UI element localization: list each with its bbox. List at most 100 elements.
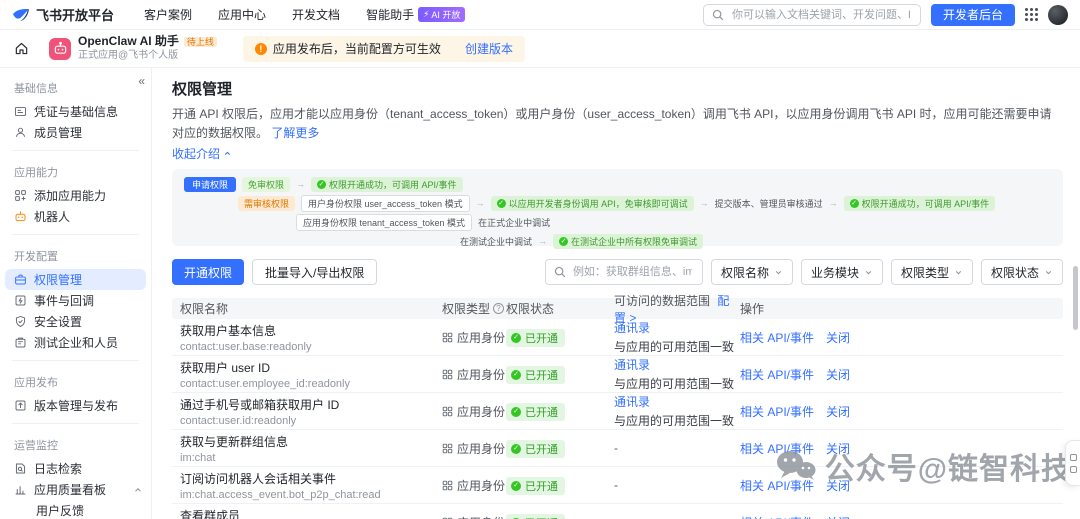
- sidebar-item-version-release[interactable]: 版本管理与发布: [0, 395, 151, 416]
- related-api-link[interactable]: 相关 API/事件: [740, 366, 814, 383]
- sidebar-section-capability: 应用能力: [14, 167, 58, 179]
- table-row: 获取用户 user ID contact:user.employee_id:re…: [172, 356, 1063, 394]
- sidebar-item-bot[interactable]: 机器人: [0, 206, 151, 227]
- sidebar-item-security[interactable]: 安全设置: [0, 311, 151, 332]
- flow-arrow-icon: [296, 179, 305, 189]
- status-badge: ✓已开通: [506, 439, 565, 458]
- close-permission-link[interactable]: 关闭: [826, 440, 850, 457]
- close-permission-link[interactable]: 关闭: [826, 514, 850, 519]
- create-version-link[interactable]: 创建版本: [465, 40, 513, 57]
- sidebar-item-add-capability[interactable]: 添加应用能力: [0, 185, 151, 206]
- brand-title: 飞书开放平台: [36, 8, 115, 23]
- permission-intro-diagram: 申请权限 免审权限 权限开通成功，可调用 API/事件 需审核权限 用户身份权限…: [172, 169, 1063, 249]
- related-api-link[interactable]: 相关 API/事件: [740, 440, 814, 457]
- scope-desc: 与应用的可用范围一致: [614, 377, 735, 392]
- related-api-link[interactable]: 相关 API/事件: [740, 403, 814, 420]
- app-identity-icon: [442, 332, 453, 343]
- developer-console-button[interactable]: 开发者后台: [930, 3, 1015, 26]
- chevron-down-icon: [774, 268, 783, 277]
- ai-open-badge: ⚡ AI 开放: [418, 7, 466, 22]
- batch-import-export-button[interactable]: 批量导入/导出权限: [252, 259, 378, 286]
- collapse-intro-link[interactable]: 收起介绍: [172, 145, 232, 162]
- help-circle-icon[interactable]: ?: [493, 303, 505, 315]
- formal-debug-step: 在正式企业中调试: [478, 217, 551, 228]
- top-menu: 客户案例 应用中心 开发文档 智能助手 ⚡ AI 开放: [144, 6, 467, 23]
- sidebar-item-credentials[interactable]: 凭证与基础信息: [0, 101, 151, 122]
- test-free-box: 在测试企业中所有权限免审调试: [553, 233, 704, 249]
- menu-ai-assistant[interactable]: 智能助手: [366, 6, 414, 23]
- filter-business-module[interactable]: 业务模块: [800, 259, 883, 286]
- grid-plus-icon: [14, 189, 27, 202]
- related-api-link[interactable]: 相关 API/事件: [740, 514, 814, 519]
- permission-search-input[interactable]: [570, 265, 694, 280]
- related-api-link[interactable]: 相关 API/事件: [740, 477, 814, 494]
- app-identity-icon: [442, 369, 453, 380]
- chevron-up-icon[interactable]: [133, 485, 143, 495]
- scope-link[interactable]: 通讯录: [614, 321, 650, 335]
- sidebar-item-test-company[interactable]: 测试企业和人员: [0, 332, 151, 353]
- sidebar-item-log-search[interactable]: 日志检索: [0, 458, 151, 479]
- related-api-link[interactable]: 相关 API/事件: [740, 329, 814, 346]
- permission-type: 应用身份: [457, 330, 506, 345]
- close-permission-link[interactable]: 关闭: [826, 403, 850, 420]
- search-icon: [554, 266, 566, 278]
- permission-name: 获取用户 user ID: [180, 360, 271, 375]
- scrollbar-thumb[interactable]: [1073, 266, 1078, 330]
- app-bar: OpenClaw AI 助手 待上线 正式应用@飞书个人版 ! 应用发布后，当前…: [0, 30, 1080, 68]
- close-permission-link[interactable]: 关闭: [826, 366, 850, 383]
- close-permission-link[interactable]: 关闭: [826, 477, 850, 494]
- filter-permission-status[interactable]: 权限状态: [980, 259, 1063, 286]
- menu-dev-docs[interactable]: 开发文档: [292, 6, 340, 23]
- page-title: 权限管理: [172, 81, 233, 98]
- status-badge: ✓已开通: [506, 476, 565, 495]
- floating-helper-widget[interactable]: [1065, 440, 1080, 486]
- need-review-tag: 需审核权限: [238, 195, 296, 211]
- table-row: 订阅访问机器人会话相关事件 im:chat.access_event.bot_p…: [172, 467, 1063, 505]
- menu-app-center[interactable]: 应用中心: [218, 6, 266, 23]
- sidebar-item-quality-dashboard[interactable]: 应用质量看板: [0, 479, 151, 500]
- warning-icon: !: [254, 42, 267, 55]
- free-review-tag: 免审权限: [242, 176, 291, 192]
- check-icon: ✓: [511, 369, 521, 380]
- bar-chart-icon: [14, 483, 27, 496]
- top-nav-right: 开发者后台: [702, 3, 1068, 26]
- close-permission-link[interactable]: 关闭: [826, 329, 850, 346]
- menu-customer-cases[interactable]: 客户案例: [144, 6, 192, 23]
- scope-empty: -: [614, 478, 618, 493]
- sidebar-collapse-icon[interactable]: «: [138, 74, 145, 88]
- scope-link[interactable]: 通讯录: [614, 358, 650, 372]
- table-row: 通过手机号或邮箱获取用户 ID contact:user.id:readonly…: [172, 393, 1063, 431]
- open-permission-button[interactable]: 开通权限: [172, 259, 245, 286]
- home-icon[interactable]: [14, 41, 29, 56]
- test-org-icon: [14, 336, 27, 349]
- global-search[interactable]: [702, 3, 921, 26]
- status-badge: ✓已开通: [506, 365, 565, 384]
- brand[interactable]: 飞书开放平台: [12, 5, 114, 24]
- sidebar-item-user-feedback[interactable]: 用户反馈: [0, 500, 151, 519]
- permission-code: im:chat: [180, 451, 216, 464]
- filter-permission-name[interactable]: 权限名称: [710, 259, 793, 286]
- user-identity-box: 用户身份权限 user_access_token 模式: [301, 194, 470, 212]
- sidebar-section-basic: 基础信息: [14, 83, 58, 95]
- sidebar-divider: [12, 360, 139, 361]
- apps-grid-icon[interactable]: [1025, 8, 1038, 21]
- page-description: 开通 API 权限后，应用才能以应用身份（tenant_access_token…: [172, 107, 1052, 140]
- permission-search[interactable]: [544, 259, 703, 286]
- permission-code: contact:user.employee_id:readonly: [180, 377, 350, 390]
- flow-arrow-icon: [829, 198, 838, 208]
- id-card-icon: [14, 105, 27, 118]
- learn-more-link[interactable]: 了解更多: [271, 126, 319, 140]
- filter-bar: 权限名称 业务模块 权限类型 权限状态: [544, 259, 1063, 286]
- sidebar-item-permissions[interactable]: 权限管理: [5, 269, 146, 290]
- avatar[interactable]: [1048, 4, 1068, 25]
- table-header: 权限名称 权限类型 ? 权限状态 可访问的数据范围 配置 > 操作: [172, 294, 1063, 325]
- status-badge: ✓已开通: [506, 328, 565, 347]
- filter-permission-type[interactable]: 权限类型: [890, 259, 973, 286]
- scope-link[interactable]: 通讯录: [614, 395, 650, 409]
- global-search-input[interactable]: [729, 7, 912, 22]
- app-name: OpenClaw AI 助手: [78, 34, 179, 49]
- sidebar-item-events[interactable]: 事件与回调: [0, 290, 151, 311]
- log-search-icon: [14, 462, 27, 475]
- event-callback-icon: [14, 294, 27, 307]
- sidebar-item-members[interactable]: 成员管理: [0, 122, 151, 143]
